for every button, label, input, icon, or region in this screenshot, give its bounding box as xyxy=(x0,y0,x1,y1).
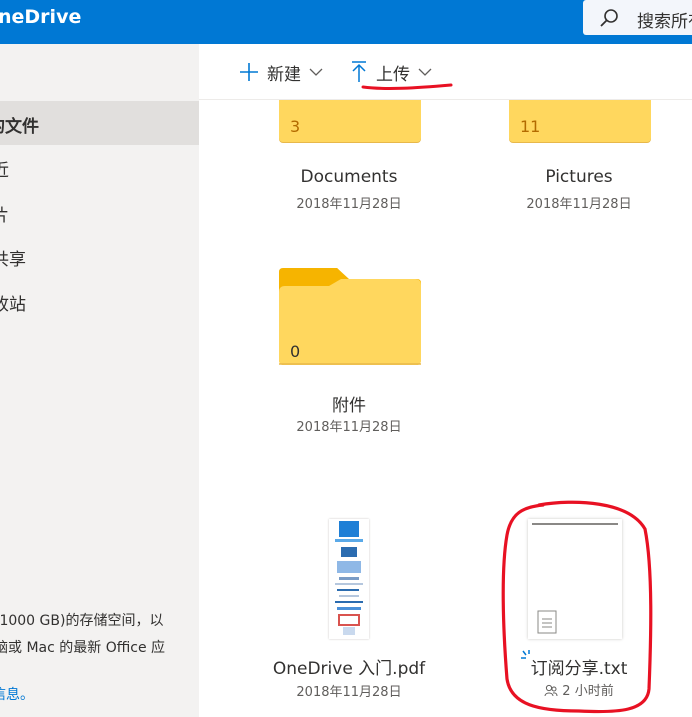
nav-item-label: 近 xyxy=(0,161,9,181)
nav-item-photos[interactable]: 片 xyxy=(0,190,199,234)
promo-line: (1000 GB)的存储空间，以 xyxy=(0,613,164,629)
nav-item-label: 共享 xyxy=(0,250,26,270)
chevron-down-icon xyxy=(309,68,323,76)
new-button-label: 新建 xyxy=(267,64,301,85)
folder-icon: 3 xyxy=(279,100,421,142)
file-name[interactable]: OneDrive 入门.pdf xyxy=(254,654,444,679)
file-date: 2018年11月28日 xyxy=(296,420,402,435)
file-name[interactable]: Documents xyxy=(254,167,444,187)
pdf-preview-image xyxy=(335,521,363,635)
folder-icon: 11 xyxy=(509,100,651,142)
file-date: 2018年11月28日 xyxy=(296,685,402,700)
left-navigation: 的文件 近 片 共享 收站 (1000 GB)的存储空间，以 脑或 Mac 的最… xyxy=(0,44,199,717)
folder-tile-documents[interactable]: 3 Documents 2018年11月28日 xyxy=(254,100,444,220)
file-date: 2018年11月28日 xyxy=(296,197,402,212)
search-input[interactable]: 搜索所有 xyxy=(637,7,692,32)
nav-item-label: 收站 xyxy=(0,295,26,315)
file-name[interactable]: Pictures xyxy=(484,167,674,187)
folder-item-count: 11 xyxy=(520,117,541,136)
storage-promo: (1000 GB)的存储空间，以 脑或 Mac 的最新 Office 应 xyxy=(0,608,199,662)
chevron-down-icon xyxy=(418,68,432,76)
pdf-thumbnail xyxy=(329,519,369,639)
nav-item-my-files[interactable]: 的文件 xyxy=(0,101,199,145)
search-box[interactable]: 搜索所有 xyxy=(583,0,692,35)
file-name[interactable]: 附件 xyxy=(254,391,444,416)
nav-item-recent[interactable]: 近 xyxy=(0,145,199,189)
nav-item-label: 的文件 xyxy=(0,117,39,137)
nav-item-shared[interactable]: 共享 xyxy=(0,234,199,278)
nav-item-label: 片 xyxy=(0,206,9,226)
plus-icon xyxy=(240,63,258,81)
file-tile-pdf[interactable]: OneDrive 入门.pdf 2018年11月28日 xyxy=(254,519,444,700)
promo-line: 脑或 Mac 的最新 Office 应 xyxy=(0,640,166,656)
folder-tile-pictures[interactable]: 11 Pictures 2018年11月28日 xyxy=(484,100,674,220)
top-bar: neDrive 搜索所有 xyxy=(0,0,692,44)
red-underline-annotation xyxy=(361,83,453,90)
search-icon xyxy=(600,9,618,27)
folder-item-count: 0 xyxy=(290,342,301,361)
folder-icon xyxy=(279,268,421,365)
folder-item-count: 3 xyxy=(290,117,301,136)
nav-item-recycle-bin[interactable]: 收站 xyxy=(0,279,199,323)
app-title[interactable]: neDrive xyxy=(0,6,81,28)
new-button[interactable]: 新建 xyxy=(239,60,323,85)
file-date: 2018年11月28日 xyxy=(526,197,632,212)
folder-tile-attachments[interactable]: 0 附件 2018年11月28日 xyxy=(254,268,444,438)
red-circle-annotation xyxy=(501,500,653,714)
promo-more-info-link[interactable]: 信息。 xyxy=(0,684,34,704)
